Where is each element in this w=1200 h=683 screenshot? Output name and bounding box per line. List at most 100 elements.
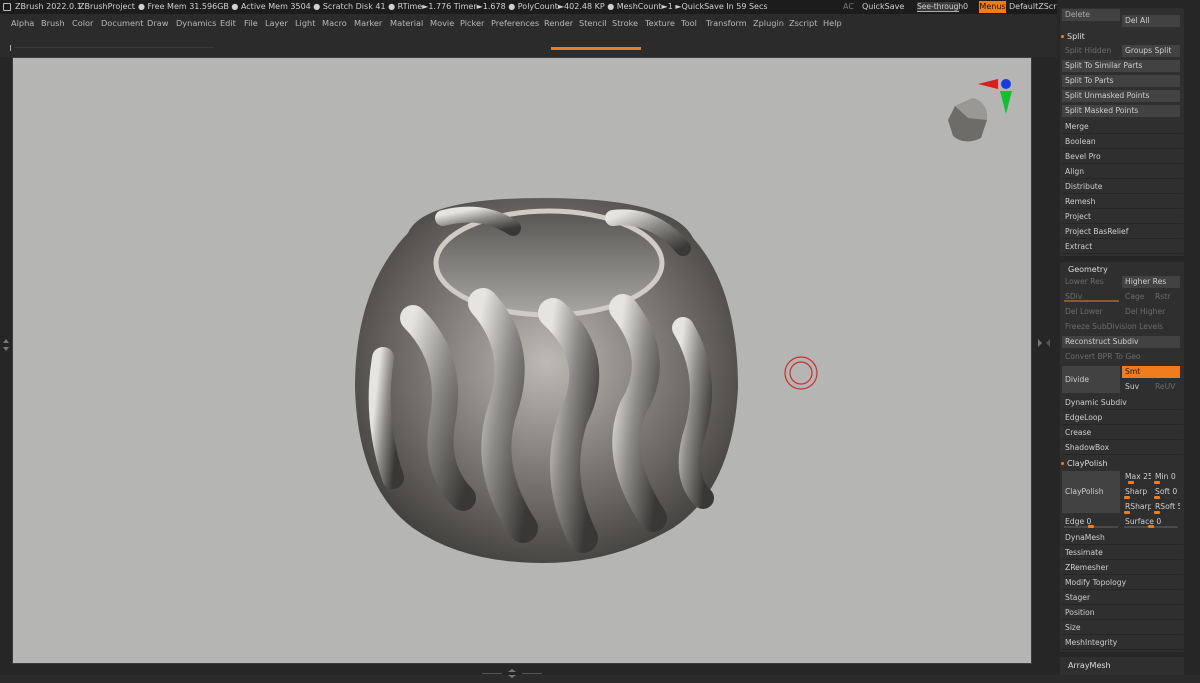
right-tray[interactable] [1032,57,1058,664]
geometry-header[interactable]: Geometry [1068,263,1108,276]
del-all-button[interactable]: Del All [1122,15,1180,27]
menu-stroke[interactable]: Stroke [612,14,638,32]
menu-macro[interactable]: Macro [322,14,347,32]
menu-stencil[interactable]: Stencil [579,14,607,32]
memory-stats: ● Free Mem 31.596GB ● Active Mem 3504 ● … [138,2,768,11]
project-basrelief-item[interactable]: Project BasRelief [1062,225,1183,239]
lower-res-button[interactable]: Lower Res [1062,276,1120,288]
align-item[interactable]: Align [1062,165,1183,179]
edgeloop-item[interactable]: EdgeLoop [1062,411,1183,425]
split-similar-button[interactable]: Split To Similar Parts [1062,60,1180,72]
rsharp-slider-knob[interactable] [1124,511,1130,514]
del-lower-button[interactable]: Del Lower [1062,306,1120,318]
dynamesh-item[interactable]: DynaMesh [1062,531,1183,545]
max-slider[interactable]: Max 25 [1122,471,1151,483]
menu-preferences[interactable]: Preferences [491,14,539,32]
menu-transform[interactable]: Transform [706,14,747,32]
dynamic-subdiv-item[interactable]: Dynamic Subdiv [1062,396,1183,410]
convert-bpr-button[interactable]: Convert BPR To Geo [1062,351,1180,363]
suv-toggle[interactable]: Suv [1122,381,1150,393]
menu-edit[interactable]: Edit [220,14,236,32]
sharp-slider-knob[interactable] [1124,496,1130,499]
modify-topology-item[interactable]: Modify Topology [1062,576,1183,590]
bottom-tray[interactable] [0,664,1057,678]
menu-help[interactable]: Help [823,14,842,32]
claypolish-header-label: ClayPolish [1067,459,1108,468]
split-hidden-button[interactable]: Split Hidden [1062,45,1120,57]
split-header-label: Split [1067,32,1085,41]
crease-item[interactable]: Crease [1062,426,1183,440]
ac-button[interactable]: AC [843,0,854,14]
split-parts-button[interactable]: Split To Parts [1062,75,1180,87]
menu-texture[interactable]: Texture [645,14,675,32]
min-slider-knob[interactable] [1154,481,1160,484]
menu-alpha[interactable]: Alpha [11,14,34,32]
menu-marker[interactable]: Marker [354,14,382,32]
surface-slider-knob[interactable] [1148,525,1154,528]
menus-toggle-button[interactable]: Menus [979,1,1006,13]
menu-brush[interactable]: Brush [41,14,65,32]
menu-file[interactable]: File [244,14,258,32]
menu-tool[interactable]: Tool [681,14,697,32]
navigation-gizmo-icon[interactable] [948,79,1012,142]
rstr-button[interactable]: Rstr [1152,291,1180,303]
stager-item[interactable]: Stager [1062,591,1183,605]
bevel-pro-item[interactable]: Bevel Pro [1062,150,1183,164]
shadowbox-item[interactable]: ShadowBox [1062,441,1183,455]
distribute-item[interactable]: Distribute [1062,180,1183,194]
rsoft-slider-knob[interactable] [1154,511,1160,514]
menu-color[interactable]: Color [72,14,93,32]
split-unmasked-button[interactable]: Split Unmasked Points [1062,90,1180,102]
menu-dynamics[interactable]: Dynamics [176,14,216,32]
menu-layer[interactable]: Layer [265,14,288,32]
reconstruct-subdiv-button[interactable]: Reconstruct Subdiv [1062,336,1180,348]
canvas-viewport[interactable] [12,57,1032,664]
claypolish-button[interactable]: ClayPolish [1062,471,1120,513]
claypolish-header[interactable]: ClayPolish [1061,457,1108,470]
title-bar: ZBrush 2022.0.1 ZBrushProject . ● Free M… [0,0,1200,14]
arraymesh-header[interactable]: ArrayMesh [1068,659,1111,672]
divide-button[interactable]: Divide [1062,366,1120,393]
sculpt-model[interactable] [13,58,1033,665]
smt-toggle[interactable]: Smt [1122,366,1180,378]
delete-button[interactable]: Delete [1062,9,1120,21]
shelf-tick [10,45,11,51]
split-header[interactable]: Split [1061,30,1085,43]
top-shelf [0,32,1057,56]
project-item[interactable]: Project [1062,210,1183,224]
reuv-button[interactable]: ReUV [1152,381,1180,393]
higher-res-button[interactable]: Higher Res [1122,276,1180,288]
menu-draw[interactable]: Draw [147,14,168,32]
del-higher-button[interactable]: Del Higher [1122,306,1180,318]
menu-zplugin[interactable]: Zplugin [753,14,784,32]
quicksave-button[interactable]: QuickSave [862,0,904,14]
meshintegrity-item[interactable]: MeshIntegrity [1062,636,1183,650]
freeze-subdivision-button[interactable]: Freeze SubDivision Levels [1062,321,1180,333]
cage-button[interactable]: Cage [1122,291,1150,303]
tessimate-item[interactable]: Tessimate [1062,546,1183,560]
edge-slider-knob[interactable] [1088,525,1094,528]
groups-split-button[interactable]: Groups Split [1122,45,1180,57]
menu-light[interactable]: Light [295,14,315,32]
menu-picker[interactable]: Picker [460,14,484,32]
menu-movie[interactable]: Movie [430,14,454,32]
left-tray[interactable] [0,57,12,664]
extract-item[interactable]: Extract [1062,240,1183,254]
max-slider-knob[interactable] [1128,481,1134,484]
soft-slider-knob[interactable] [1154,496,1160,499]
split-masked-button[interactable]: Split Masked Points [1062,105,1180,117]
app-title: ZBrush 2022.0.1 [15,2,82,11]
merge-item[interactable]: Merge [1062,120,1183,134]
menu-material[interactable]: Material [390,14,423,32]
menu-zscript[interactable]: Zscript [789,14,817,32]
zremesher-item[interactable]: ZRemesher [1062,561,1183,575]
remesh-item[interactable]: Remesh [1062,195,1183,209]
boolean-item[interactable]: Boolean [1062,135,1183,149]
menu-document[interactable]: Document [101,14,143,32]
size-item[interactable]: Size [1062,621,1183,635]
position-item[interactable]: Position [1062,606,1183,620]
see-through-label: See-through [917,2,964,11]
shelf-divider [14,47,214,48]
menu-render[interactable]: Render [544,14,573,32]
menu-bar: Alpha Brush Color Document Draw Dynamics… [0,14,1057,32]
